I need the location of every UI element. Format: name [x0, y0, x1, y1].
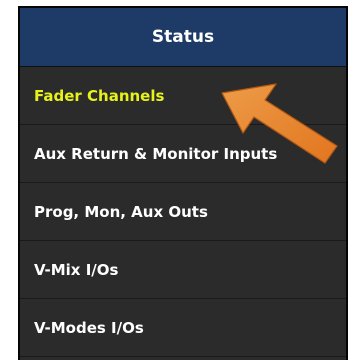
menu-item-fader-channels[interactable]: Fader Channels: [20, 67, 346, 125]
menu-item-prog-mon-aux-outs[interactable]: Prog, Mon, Aux Outs: [20, 183, 346, 241]
menu-item-aux-return-monitor-inputs[interactable]: Aux Return & Monitor Inputs: [20, 125, 346, 183]
menu-header-status[interactable]: Status: [20, 8, 346, 67]
status-menu: Status Fader Channels Aux Return & Monit…: [18, 6, 348, 360]
menu-item-v-modes-ios[interactable]: V-Modes I/Os: [20, 299, 346, 357]
menu-item-v-mix-ios[interactable]: V-Mix I/Os: [20, 241, 346, 299]
